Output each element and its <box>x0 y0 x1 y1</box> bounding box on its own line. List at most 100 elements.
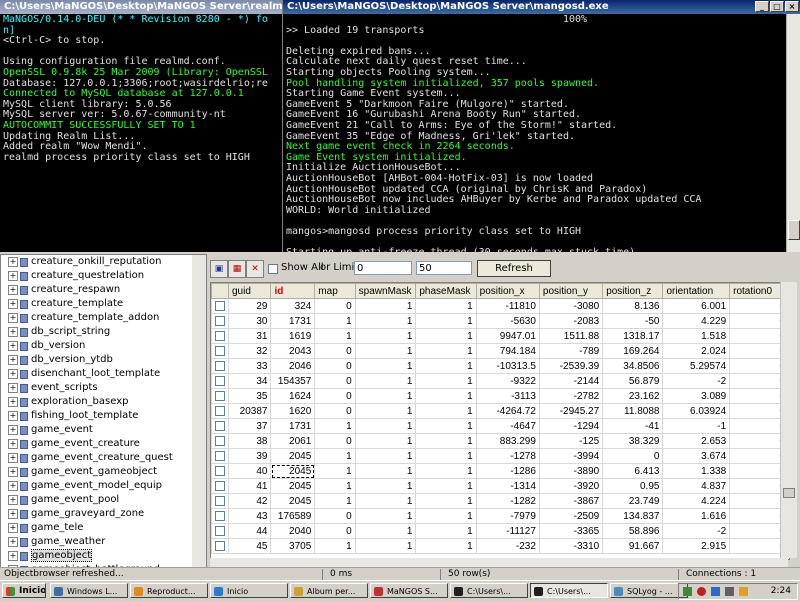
table-cell[interactable]: 1 <box>415 343 477 359</box>
table-cell[interactable]: -2 <box>662 523 731 539</box>
row-checkbox[interactable] <box>215 510 225 521</box>
table-cell[interactable]: 2.915 <box>662 538 731 554</box>
table-cell[interactable]: -3994 <box>538 448 604 464</box>
tree-item[interactable]: + event_scripts <box>1 381 206 395</box>
save-icon[interactable]: ▣ <box>210 260 228 278</box>
table-row[interactable]: 34154357011-9322-214456.879-20 <box>211 373 789 389</box>
app-tray-icon[interactable] <box>739 587 748 596</box>
minimize-button[interactable]: _ <box>755 1 769 12</box>
tree-item[interactable]: + creature_template_addon <box>1 311 206 325</box>
row-checkbox-cell[interactable] <box>211 388 229 404</box>
table-cell[interactable]: 1 <box>354 508 417 524</box>
column-header[interactable]: guid <box>227 283 272 299</box>
expand-icon[interactable]: + <box>8 313 18 323</box>
table-cell[interactable]: -4647 <box>475 418 540 434</box>
table-row[interactable]: 442040011-11127-336558.896-20 <box>211 523 789 539</box>
table-cell[interactable]: 2.653 <box>662 433 731 449</box>
table-cell[interactable]: 4.837 <box>662 478 731 494</box>
realmd-console-window[interactable]: C:\Users\MaNGOS\Desktop\MaNGOS Server\re… <box>0 0 282 252</box>
mangosd-title-bar[interactable]: C:\Users\MaNGOS\Desktop\MaNGOS Server\ma… <box>283 0 800 14</box>
table-cell[interactable]: 2045 <box>270 463 316 479</box>
tree-item[interactable]: + exploration_basexp <box>1 395 206 409</box>
table-cell[interactable]: -2 <box>662 373 731 389</box>
column-header[interactable]: spawnMask <box>354 283 417 299</box>
delete-row-icon[interactable]: ▦ <box>228 260 246 278</box>
row-checkbox[interactable] <box>215 540 225 551</box>
table-cell[interactable]: -4264.72 <box>475 403 540 419</box>
expand-icon[interactable]: + <box>8 453 18 463</box>
column-header[interactable]: position_z <box>602 283 664 299</box>
table-cell[interactable]: 2045 <box>270 448 316 464</box>
table-row[interactable]: 422045111-1282-386723.7494.2240 <box>211 493 789 509</box>
table-row[interactable]: 301731111-5630-2083-504.2290 <box>211 313 789 329</box>
table-cell[interactable]: -3920 <box>538 478 604 494</box>
tree-item[interactable]: + db_script_string <box>1 325 206 339</box>
row-checkbox-cell[interactable] <box>211 538 229 554</box>
row-checkbox-cell[interactable] <box>211 508 229 524</box>
table-row[interactable]: 322043011794.184-789169.2642.0240 <box>211 343 789 359</box>
table-cell[interactable]: 0 <box>314 508 356 524</box>
tree-item[interactable]: + creature_respawn <box>1 283 206 297</box>
table-cell[interactable]: -11810 <box>475 298 540 314</box>
table-cell[interactable]: -1314 <box>475 478 540 494</box>
table-cell[interactable]: 33 <box>227 358 272 374</box>
table-cell[interactable]: -3890 <box>538 463 604 479</box>
table-cell[interactable]: 0 <box>314 343 356 359</box>
table-cell[interactable]: 91.667 <box>602 538 664 554</box>
table-cell[interactable]: 134.837 <box>602 508 664 524</box>
table-cell[interactable]: -2509 <box>538 508 604 524</box>
expand-icon[interactable]: + <box>8 383 18 393</box>
table-cell[interactable]: 1 <box>415 433 477 449</box>
expand-icon[interactable]: + <box>8 397 18 407</box>
table-cell[interactable]: -3113 <box>475 388 540 404</box>
table-cell[interactable]: 40 <box>227 463 272 479</box>
table-cell[interactable]: 30 <box>227 313 272 329</box>
table-cell[interactable]: 9947.01 <box>475 328 540 344</box>
table-cell[interactable]: 34.8506 <box>602 358 664 374</box>
table-cell[interactable]: 2046 <box>270 358 316 374</box>
column-header[interactable]: phaseMask <box>415 283 477 299</box>
tree-item[interactable]: + creature_questrelation <box>1 269 206 283</box>
taskbar-button[interactable]: SQLyog - ... <box>610 583 688 598</box>
table-cell[interactable]: 37 <box>227 418 272 434</box>
row-checkbox-cell[interactable] <box>211 523 229 539</box>
taskbar-button[interactable]: Reproduct... <box>130 583 208 598</box>
row-checkbox[interactable] <box>215 315 225 326</box>
row-checkbox[interactable] <box>215 405 225 416</box>
table-cell[interactable]: 1.338 <box>662 463 731 479</box>
table-cell[interactable]: 1 <box>354 403 417 419</box>
table-cell[interactable]: 1624 <box>270 388 316 404</box>
row-checkbox[interactable] <box>215 465 225 476</box>
data-grid[interactable]: guid id map spawnMask phaseMask position_x pos… <box>210 282 790 560</box>
table-cell[interactable]: 154357 <box>270 373 316 389</box>
table-row[interactable]: 3116191119947.011511.881318.171.5180 <box>211 328 789 344</box>
table-cell[interactable]: 44 <box>227 523 272 539</box>
expand-icon[interactable]: + <box>8 537 18 547</box>
row-checkbox[interactable] <box>215 525 225 536</box>
row-checkbox[interactable] <box>215 300 225 311</box>
table-cell[interactable]: 3.674 <box>662 448 731 464</box>
table-cell[interactable]: 2.024 <box>662 343 731 359</box>
row-checkbox-cell[interactable] <box>211 418 229 434</box>
row-checkbox-cell[interactable] <box>211 298 229 314</box>
table-cell[interactable]: 1 <box>354 478 417 494</box>
expand-icon[interactable]: + <box>8 495 18 505</box>
table-cell[interactable]: 1 <box>354 418 417 434</box>
table-cell[interactable]: 1619 <box>270 328 316 344</box>
expand-icon[interactable]: + <box>8 285 18 295</box>
table-cell[interactable]: -3365 <box>538 523 604 539</box>
table-cell[interactable]: 1 <box>314 538 356 554</box>
table-cell[interactable]: 0.95 <box>602 478 664 494</box>
table-cell[interactable]: 2045 <box>270 478 316 494</box>
tree-item[interactable]: + game_event_creature <box>1 437 206 451</box>
table-cell[interactable]: 0 <box>314 373 356 389</box>
table-cell[interactable]: 1 <box>415 298 477 314</box>
tree-item[interactable]: + creature_onkill_reputation <box>1 255 206 269</box>
table-cell[interactable]: 1 <box>415 478 477 494</box>
table-cell[interactable]: -41 <box>602 418 664 434</box>
tree-item[interactable]: + game_event <box>1 423 206 437</box>
table-cell[interactable]: -11127 <box>475 523 540 539</box>
table-cell[interactable]: 1620 <box>270 403 316 419</box>
table-cell[interactable]: 1 <box>415 328 477 344</box>
table-cell[interactable]: 8.136 <box>602 298 664 314</box>
